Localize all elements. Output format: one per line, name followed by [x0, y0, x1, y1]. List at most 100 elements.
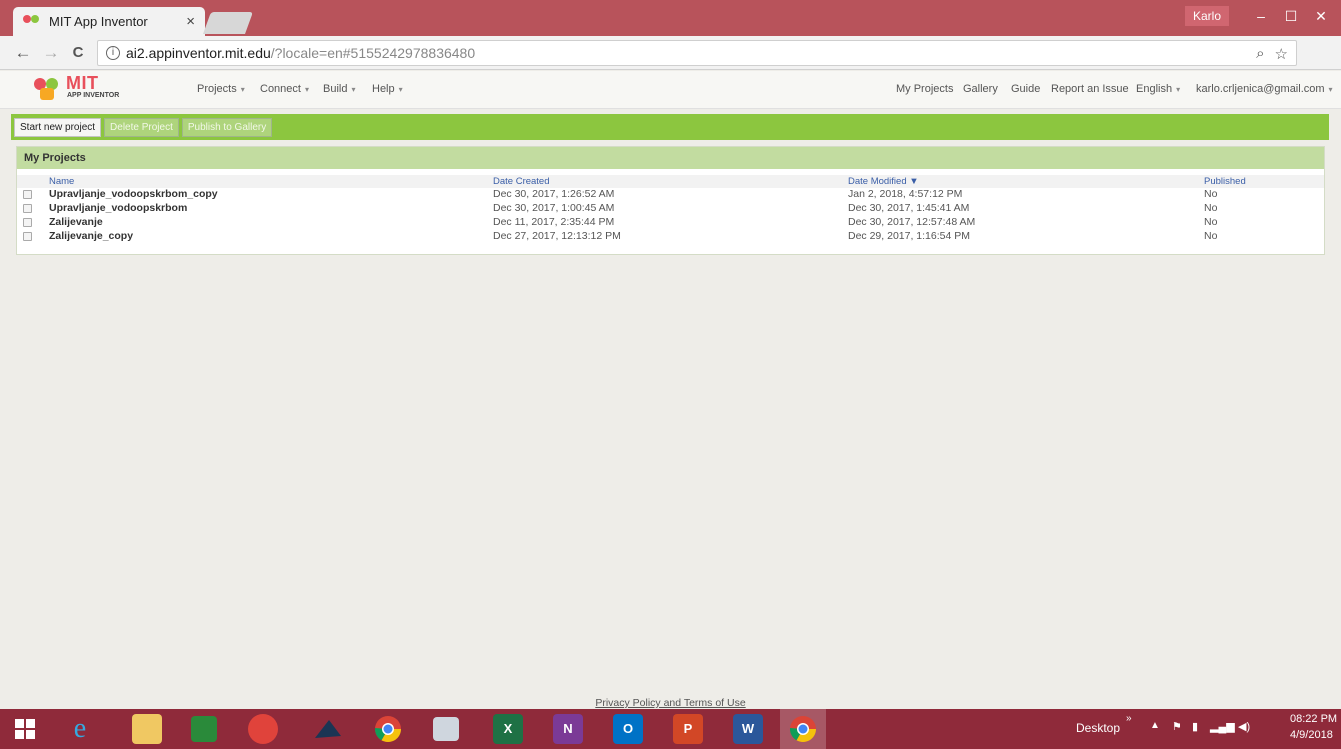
table-row[interactable]: Upravljanje_vodoopskrbom Dec 30, 2017, 1…	[17, 202, 1324, 215]
browser-titlebar: MIT App Inventor × Karlo – ☐ ✕	[0, 0, 1341, 36]
project-name[interactable]: Upravljanje_vodoopskrbom	[49, 202, 187, 215]
date-modified: Dec 29, 2017, 1:16:54 PM	[848, 230, 970, 242]
cisco-packet-tracer-icon[interactable]	[313, 714, 343, 744]
remote-desktop-icon[interactable]	[433, 717, 459, 741]
chevron-down-icon: ▾	[304, 85, 309, 94]
reload-icon[interactable]: C	[67, 41, 89, 65]
chrome-active-icon[interactable]	[788, 714, 818, 744]
project-name[interactable]: Zalijevanje_copy	[49, 230, 133, 243]
info-icon[interactable]: i	[106, 46, 120, 60]
date-created: Dec 27, 2017, 12:13:12 PM	[493, 230, 621, 242]
menu-projects[interactable]: Projects ▾	[197, 83, 245, 95]
toolbar-expand-icon[interactable]: »	[1126, 713, 1132, 724]
date-modified: Dec 30, 2017, 12:57:48 AM	[848, 216, 976, 228]
chevron-down-icon: ▾	[1176, 85, 1181, 94]
projects-panel: My Projects Name Date Created Date Modif…	[16, 146, 1325, 255]
new-tab-button[interactable]	[202, 12, 254, 34]
url-host: ai2.appinventor.mit.edu	[126, 45, 271, 61]
chevron-down-icon: ▾	[1328, 85, 1333, 94]
volume-icon[interactable]: ◀)	[1238, 720, 1250, 733]
chevron-down-icon: ▾	[240, 85, 245, 94]
file-explorer-icon[interactable]	[132, 714, 162, 744]
logo-subtitle: APP INVENTOR	[67, 92, 120, 99]
project-toolbar: Start new project Delete Project Publish…	[11, 114, 1329, 140]
link-report-issue[interactable]: Report an Issue	[1051, 83, 1129, 95]
network-app-icon[interactable]	[248, 714, 278, 744]
battery-icon[interactable]: ▮	[1192, 720, 1198, 733]
link-guide[interactable]: Guide	[1011, 83, 1040, 95]
project-name[interactable]: Zalijevanje	[49, 216, 103, 229]
published-status: No	[1204, 230, 1218, 242]
minimize-button[interactable]: –	[1246, 4, 1276, 28]
forward-icon[interactable]: →	[40, 41, 62, 65]
table-row[interactable]: Zalijevanje_copy Dec 27, 2017, 12:13:12 …	[17, 230, 1324, 243]
internet-explorer-icon[interactable]: e	[65, 714, 95, 744]
start-new-project-button[interactable]: Start new project	[14, 117, 102, 137]
date-modified: Dec 30, 2017, 1:45:41 AM	[848, 202, 970, 214]
windows-taskbar: e X N O P W Desktop » ▲ ⚑ ▮ ▂▄▆ ◀) 08:22…	[0, 709, 1341, 749]
chevron-down-icon: ▾	[351, 85, 356, 94]
published-status: No	[1204, 216, 1218, 228]
maximize-button[interactable]: ☐	[1276, 4, 1306, 28]
panel-title: My Projects	[17, 147, 1324, 169]
close-window-button[interactable]: ✕	[1306, 4, 1336, 28]
link-my-projects[interactable]: My Projects	[896, 83, 953, 95]
logo-icon	[32, 76, 62, 102]
onenote-icon[interactable]: N	[553, 714, 583, 744]
word-icon[interactable]: W	[733, 714, 763, 744]
browser-tab[interactable]: MIT App Inventor ×	[13, 7, 205, 36]
date-created: Dec 30, 2017, 1:00:45 AM	[493, 202, 615, 214]
network-signal-icon[interactable]: ▂▄▆	[1210, 720, 1235, 733]
mit-app-inventor-logo[interactable]: MIT APP INVENTOR	[32, 73, 132, 104]
url-path: /?locale=en#5155242978836480	[270, 45, 476, 61]
back-icon[interactable]: ←	[12, 41, 34, 65]
logo-title: MIT	[66, 73, 99, 93]
row-checkbox[interactable]	[23, 232, 32, 241]
published-status: No	[1204, 188, 1218, 200]
clock-time[interactable]: 08:22 PM	[1290, 713, 1337, 725]
zoom-icon[interactable]: ⌕	[1256, 45, 1264, 63]
chevron-down-icon: ▾	[398, 85, 403, 94]
account-menu[interactable]: karlo.crljenica@gmail.com ▾	[1196, 83, 1333, 95]
column-name[interactable]: Name	[49, 175, 74, 188]
tab-close-icon[interactable]: ×	[186, 13, 195, 30]
action-center-flag-icon[interactable]: ⚑	[1172, 720, 1182, 733]
link-gallery[interactable]: Gallery	[963, 83, 998, 95]
column-date-created[interactable]: Date Created	[493, 175, 550, 188]
table-row[interactable]: Zalijevanje Dec 11, 2017, 2:35:44 PM Dec…	[17, 216, 1324, 229]
language-menu[interactable]: English ▾	[1136, 83, 1180, 95]
tab-title: MIT App Inventor	[49, 14, 148, 29]
menu-connect[interactable]: Connect ▾	[260, 83, 309, 95]
excel-icon[interactable]: X	[493, 714, 523, 744]
app-header: MIT APP INVENTOR Projects ▾ Connect ▾ Buil…	[0, 71, 1341, 109]
windows-start-icon[interactable]	[12, 714, 38, 744]
outlook-icon[interactable]: O	[613, 714, 643, 744]
bookmark-star-icon[interactable]: ☆	[1275, 45, 1288, 63]
address-bar[interactable]: i ai2.appinventor.mit.edu /?locale=en#51…	[97, 40, 1297, 66]
table-row[interactable]: Upravljanje_vodoopskrbom_copy Dec 30, 20…	[17, 188, 1324, 201]
profile-button[interactable]: Karlo	[1185, 6, 1230, 26]
browser-toolbar: ← → C i ai2.appinventor.mit.edu /?locale…	[0, 36, 1341, 97]
powerpoint-icon[interactable]: P	[673, 714, 703, 744]
publish-gallery-button[interactable]: Publish to Gallery	[181, 117, 273, 137]
date-modified: Jan 2, 2018, 4:57:12 PM	[848, 188, 963, 200]
menu-build[interactable]: Build ▾	[323, 83, 355, 95]
store-icon[interactable]	[191, 716, 217, 742]
privacy-policy-link[interactable]: Privacy Policy and Terms of Use	[595, 697, 745, 709]
menu-help[interactable]: Help ▾	[372, 83, 403, 95]
column-published[interactable]: Published	[1204, 175, 1246, 188]
clock-date[interactable]: 4/9/2018	[1290, 729, 1333, 741]
row-checkbox[interactable]	[23, 190, 32, 199]
delete-project-button[interactable]: Delete Project	[104, 117, 179, 137]
show-hidden-icons-icon[interactable]: ▲	[1150, 720, 1160, 731]
chrome-icon[interactable]	[373, 714, 403, 744]
column-date-modified[interactable]: Date Modified ▼	[848, 175, 919, 188]
published-status: No	[1204, 202, 1218, 214]
table-header: Name Date Created Date Modified ▼ Publis…	[17, 175, 1324, 188]
row-checkbox[interactable]	[23, 218, 32, 227]
desktop-toolbar[interactable]: Desktop	[1076, 721, 1120, 735]
date-created: Dec 11, 2017, 2:35:44 PM	[493, 216, 615, 228]
project-name[interactable]: Upravljanje_vodoopskrbom_copy	[49, 188, 218, 201]
row-checkbox[interactable]	[23, 204, 32, 213]
app-inventor-favicon-icon	[23, 14, 41, 29]
